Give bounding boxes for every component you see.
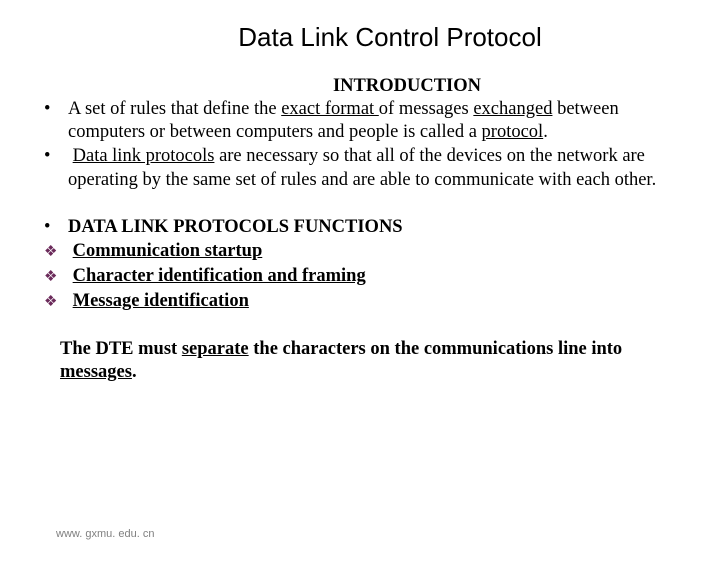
function-item-1: Communication startup	[40, 240, 664, 264]
underline-text: Data link protocols	[73, 146, 215, 166]
underline-text: exact format	[281, 99, 379, 119]
diamond-icon	[40, 240, 68, 264]
underline-text: separate	[182, 339, 249, 359]
intro-bullet-2: Data link protocols are necessary so tha…	[40, 145, 664, 191]
function-item-2: Character identification and framing	[40, 265, 664, 289]
intro-heading: INTRODUCTION	[150, 75, 664, 98]
text-segment: .	[132, 362, 137, 382]
bullet-dot-icon	[40, 145, 68, 191]
footer-url: www. gxmu. edu. cn	[56, 528, 154, 540]
functions-group: DATA LINK PROTOCOLS FUNCTIONS Communicat…	[40, 216, 664, 314]
text-segment: A set of rules that define the	[68, 99, 281, 119]
underline-text: Character identification and framing	[73, 266, 366, 286]
text-segment: The DTE must	[60, 339, 182, 359]
page-title: Data Link Control Protocol	[60, 22, 720, 53]
underline-text: protocol	[482, 122, 544, 142]
underline-text: Message identification	[73, 291, 249, 311]
bullet-dot-icon	[40, 216, 68, 239]
underline-text: exchanged	[473, 99, 552, 119]
text-segment: of messages	[379, 99, 474, 119]
functions-heading-row: DATA LINK PROTOCOLS FUNCTIONS	[40, 216, 664, 239]
underline-text: Communication startup	[73, 241, 263, 261]
text-segment: .	[543, 122, 548, 142]
closing-text: The DTE must separate the characters on …	[60, 338, 664, 384]
bullet-dot-icon	[40, 98, 68, 144]
functions-heading: DATA LINK PROTOCOLS FUNCTIONS	[68, 216, 664, 239]
intro-bullet-1: A set of rules that define the exact for…	[40, 98, 664, 144]
content-block: INTRODUCTION A set of rules that define …	[40, 75, 664, 314]
underline-text: messages	[60, 362, 132, 382]
diamond-icon	[40, 265, 68, 289]
diamond-icon	[40, 290, 68, 314]
text-segment: the characters on the communications lin…	[249, 339, 623, 359]
function-item-3: Message identification	[40, 290, 664, 314]
